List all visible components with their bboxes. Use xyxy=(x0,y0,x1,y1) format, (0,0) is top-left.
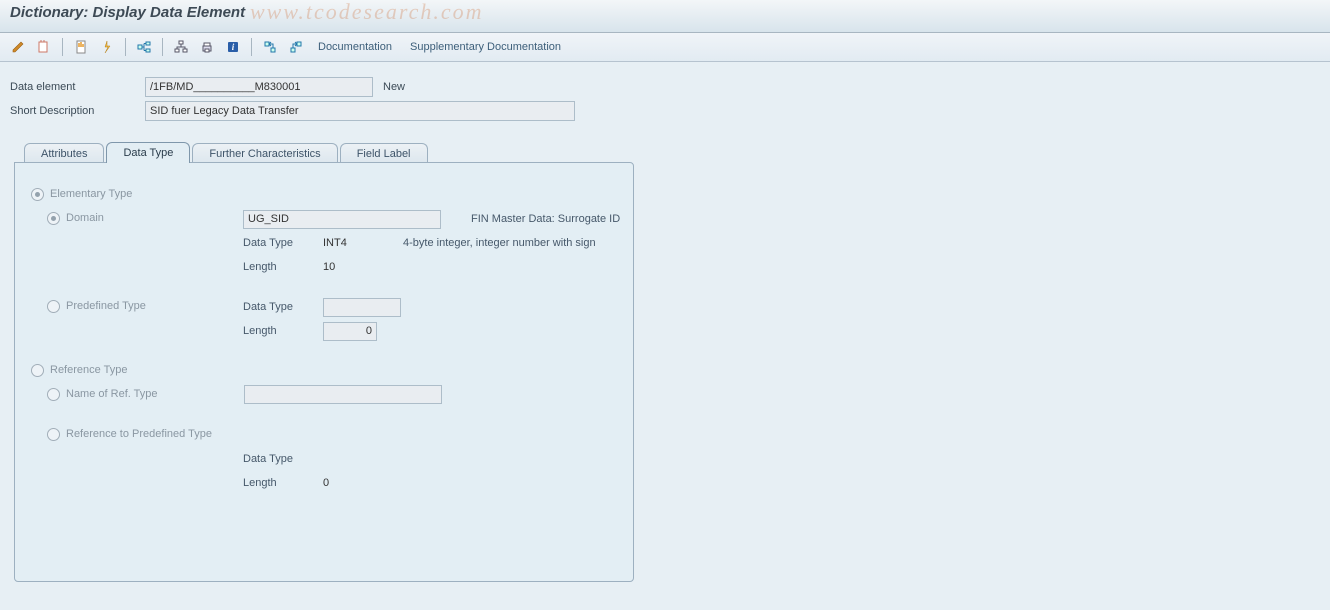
radio-elementary-type[interactable] xyxy=(31,188,44,201)
reference-type-group: Reference Type Name of Ref. Type xyxy=(31,359,621,493)
ref2-length-label: Length xyxy=(243,477,323,489)
nav-forward-icon[interactable] xyxy=(284,35,308,59)
title-bar: Dictionary: Display Data Element xyxy=(0,0,1330,33)
domain-desc: FIN Master Data: Surrogate ID xyxy=(471,213,620,225)
radio-ref-predef-type[interactable] xyxy=(47,428,60,441)
name-ref-type-label: Name of Ref. Type xyxy=(66,388,226,400)
elementary-type-label: Elementary Type xyxy=(50,188,132,200)
predef-data-type-label: Data Type xyxy=(243,301,323,313)
predef-length-label: Length xyxy=(243,325,323,337)
data-type-tab-body: Elementary Type Domain FIN Master Data: … xyxy=(14,162,634,582)
data-type-value: INT4 xyxy=(323,237,373,249)
where-used-icon[interactable] xyxy=(132,35,156,59)
domain-input[interactable] xyxy=(243,210,441,229)
supplementary-doc-link[interactable]: Supplementary Documentation xyxy=(402,41,569,53)
page-title: Dictionary: Display Data Element xyxy=(10,4,1320,21)
tab-panel: Attributes Data Type Further Characteris… xyxy=(14,140,1316,582)
documentation-link[interactable]: Documentation xyxy=(310,41,400,53)
hierarchy-icon[interactable] xyxy=(169,35,193,59)
tab-data-type[interactable]: Data Type xyxy=(106,142,190,163)
predef-data-type-input[interactable] xyxy=(323,298,401,317)
toolbar-separator xyxy=(125,38,126,56)
radio-predefined-type[interactable] xyxy=(47,300,60,313)
ref-predef-type-label: Reference to Predefined Type xyxy=(66,428,212,440)
short-description-label: Short Description xyxy=(10,105,145,117)
check-icon[interactable] xyxy=(69,35,93,59)
length-label: Length xyxy=(243,261,323,273)
data-element-label: Data element xyxy=(10,81,145,93)
tab-further-characteristics[interactable]: Further Characteristics xyxy=(192,143,337,163)
radio-domain[interactable] xyxy=(47,212,60,225)
data-type-label: Data Type xyxy=(243,237,323,249)
toolbar-separator xyxy=(251,38,252,56)
ref2-length-value: 0 xyxy=(323,477,373,489)
info-icon[interactable]: i xyxy=(221,35,245,59)
ref2-data-type-label: Data Type xyxy=(243,453,323,465)
content-area: Data element New Short Description Attri… xyxy=(0,62,1330,610)
toolbar-separator xyxy=(62,38,63,56)
app-toolbar: i www.tcodesearch.com Documentation Supp… xyxy=(0,33,1330,62)
short-description-input[interactable] xyxy=(145,101,575,121)
print-icon[interactable] xyxy=(195,35,219,59)
nav-back-icon[interactable] xyxy=(258,35,282,59)
domain-label: Domain xyxy=(66,212,226,224)
predefined-type-label: Predefined Type xyxy=(66,300,226,312)
name-ref-type-input[interactable] xyxy=(244,385,442,404)
toggle-edit-icon[interactable] xyxy=(6,35,30,59)
other-object-icon[interactable] xyxy=(32,35,56,59)
tab-attributes[interactable]: Attributes xyxy=(24,143,104,163)
radio-reference-type[interactable] xyxy=(31,364,44,377)
length-value: 10 xyxy=(323,261,373,273)
status-new: New xyxy=(383,81,405,93)
predef-length-input[interactable] xyxy=(323,322,377,341)
toolbar-separator xyxy=(162,38,163,56)
data-type-desc: 4-byte integer, integer number with sign xyxy=(403,237,596,249)
activate-icon[interactable] xyxy=(95,35,119,59)
radio-name-ref-type[interactable] xyxy=(47,388,60,401)
reference-type-label: Reference Type xyxy=(50,364,127,376)
data-element-input[interactable] xyxy=(145,77,373,97)
predefined-type-group: Predefined Type Data Type Length xyxy=(31,295,621,341)
elementary-type-group: Elementary Type Domain FIN Master Data: … xyxy=(31,183,621,277)
tab-field-label[interactable]: Field Label xyxy=(340,143,428,163)
tabs: Attributes Data Type Further Characteris… xyxy=(24,140,1316,162)
header-form: Data element New Short Description xyxy=(10,76,1320,122)
